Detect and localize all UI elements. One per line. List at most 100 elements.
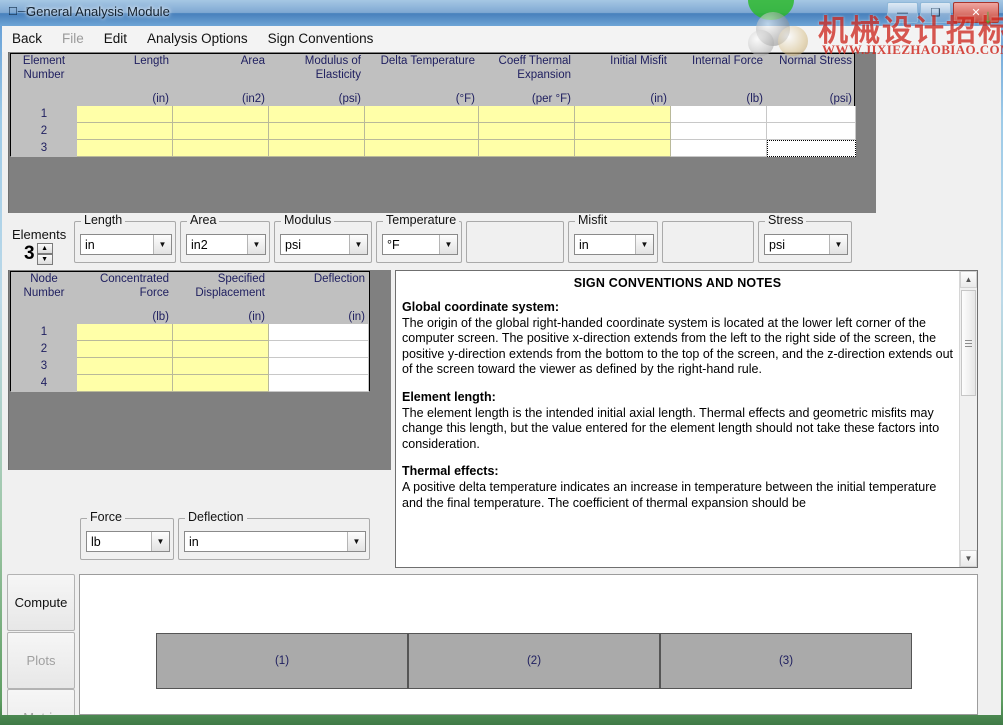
cell-modulus[interactable] — [269, 123, 365, 140]
notes-section-element-length: Element length: The element length is th… — [402, 390, 953, 452]
node-grid-panel: Node Number Concentrated Force (lb) Spec… — [8, 270, 391, 470]
cell-initial-misfit[interactable] — [575, 123, 671, 140]
notes-section-global-coordinate-system: Global coordinate system: The origin of … — [402, 300, 953, 378]
modulus-unit-value: psi — [285, 237, 301, 252]
stress-unit-value: psi — [769, 237, 785, 252]
cell-deflection — [269, 341, 369, 358]
cell-concentrated-force[interactable] — [77, 375, 173, 392]
group-label: Force — [87, 510, 125, 524]
scroll-up-icon[interactable]: ▲ — [960, 271, 977, 288]
cell-length[interactable] — [77, 123, 173, 140]
notes-title: SIGN CONVENTIONS AND NOTES — [573, 276, 782, 290]
elements-stepper[interactable]: 3 ▲ ▼ — [24, 243, 53, 265]
chevron-down-icon[interactable]: ▼ — [349, 235, 367, 254]
force-unit-select[interactable]: lb ▼ — [86, 531, 170, 552]
cell-specified-displacement[interactable] — [173, 375, 269, 392]
element-member-3[interactable]: (3) — [660, 633, 912, 689]
cell-specified-displacement[interactable] — [173, 341, 269, 358]
element-grid[interactable]: Element Number Length (in) Area (in2) Mo… — [10, 53, 856, 157]
row-number: 1 — [11, 106, 77, 123]
chevron-down-icon[interactable]: ▼ — [247, 235, 265, 254]
cell-delta-temperature[interactable] — [365, 140, 479, 157]
close-button[interactable]: ✕ — [953, 2, 999, 23]
cell-initial-misfit[interactable] — [575, 106, 671, 123]
chevron-down-icon[interactable]: ▼ — [635, 235, 653, 254]
cell-internal-force — [671, 123, 767, 140]
cell-delta-temperature[interactable] — [365, 106, 479, 123]
column-header-coeff-thermal-expansion: Coeff Thermal Expansion (per °F) — [498, 55, 571, 105]
notes-content: SIGN CONVENTIONS AND NOTES Global coordi… — [396, 271, 960, 567]
node-grid-header: Node Number Concentrated Force (lb) Spec… — [11, 272, 369, 324]
minimize-button[interactable]: — — [887, 2, 918, 23]
chevron-down-icon[interactable]: ▼ — [829, 235, 847, 254]
notes-scrollbar[interactable]: ▲ ▼ — [959, 271, 977, 567]
column-header-length: Length (in) — [133, 55, 169, 105]
deflection-unit-select[interactable]: in ▼ — [184, 531, 366, 552]
cell-coeff-thermal-expansion[interactable] — [479, 140, 575, 157]
cell-delta-temperature[interactable] — [365, 123, 479, 140]
group-label: Modulus — [281, 213, 335, 227]
chevron-down-icon[interactable]: ▼ — [347, 532, 365, 551]
element-member-1[interactable]: (1) — [156, 633, 408, 689]
length-unit-select[interactable]: in ▼ — [80, 234, 172, 255]
scrollbar-thumb[interactable] — [961, 290, 976, 396]
column-header-element-number: Element Number — [22, 55, 66, 81]
stepper-up-icon[interactable]: ▲ — [36, 243, 53, 254]
node-grid-rows: 1 2 3 4 — [11, 324, 369, 392]
cell-area[interactable] — [173, 106, 269, 123]
group-label: Temperature — [383, 213, 460, 227]
window-menu-icon[interactable]: ☐─☐ — [8, 7, 36, 18]
group-force-units: Force lb ▼ — [80, 510, 174, 560]
cell-modulus[interactable] — [269, 140, 365, 157]
temperature-unit-select[interactable]: °F ▼ — [382, 234, 458, 255]
notes-heading: Element length: — [402, 389, 496, 404]
cell-internal-force — [671, 106, 767, 123]
chevron-down-icon[interactable]: ▼ — [151, 532, 169, 551]
cell-concentrated-force[interactable] — [77, 358, 173, 375]
group-area-units: Area in2 ▼ — [180, 213, 270, 263]
cell-area[interactable] — [173, 123, 269, 140]
menu-item-analysis-options[interactable]: Analysis Options — [137, 26, 258, 52]
cell-length[interactable] — [77, 106, 173, 123]
menu-item-sign-conventions[interactable]: Sign Conventions — [258, 26, 384, 52]
column-header-initial-misfit: Initial Misfit (in) — [610, 55, 667, 105]
group-spacer-2 — [662, 221, 754, 263]
misfit-unit-select[interactable]: in ▼ — [574, 234, 654, 255]
menu-item-edit[interactable]: Edit — [94, 26, 137, 52]
cell-specified-displacement[interactable] — [173, 358, 269, 375]
stepper-down-icon[interactable]: ▼ — [36, 254, 53, 265]
table-row: 3 — [11, 358, 369, 375]
menu-item-back[interactable]: Back — [2, 26, 52, 52]
cell-normal-stress-selected[interactable] — [767, 140, 856, 157]
column-header-area: Area (in2) — [240, 55, 265, 105]
maximize-button[interactable]: ❑ — [920, 2, 951, 23]
cell-deflection — [269, 375, 369, 392]
area-unit-select[interactable]: in2 ▼ — [186, 234, 266, 255]
cell-normal-stress — [767, 106, 856, 123]
cell-concentrated-force[interactable] — [77, 324, 173, 341]
area-unit-value: in2 — [191, 237, 208, 252]
node-grid[interactable]: Node Number Concentrated Force (lb) Spec… — [10, 271, 370, 392]
group-label: Deflection — [185, 510, 247, 524]
chevron-down-icon[interactable]: ▼ — [439, 235, 457, 254]
cell-length[interactable] — [77, 140, 173, 157]
cell-initial-misfit[interactable] — [575, 140, 671, 157]
cell-concentrated-force[interactable] — [77, 341, 173, 358]
column-header-modulus-of-elasticity: Modulus of Elasticity (psi) — [304, 55, 361, 105]
elements-label: Elements — [12, 227, 67, 242]
cell-specified-displacement[interactable] — [173, 324, 269, 341]
element-member-2[interactable]: (2) — [408, 633, 660, 689]
compute-button[interactable]: Compute — [7, 574, 75, 631]
cell-coeff-thermal-expansion[interactable] — [479, 106, 575, 123]
modulus-unit-select[interactable]: psi ▼ — [280, 234, 368, 255]
cell-internal-force — [671, 140, 767, 157]
sign-conventions-panel: SIGN CONVENTIONS AND NOTES Global coordi… — [395, 270, 978, 568]
chevron-down-icon[interactable]: ▼ — [153, 235, 171, 254]
cell-area[interactable] — [173, 140, 269, 157]
scroll-down-icon[interactable]: ▼ — [960, 550, 977, 567]
plots-button: Plots — [7, 632, 75, 689]
group-label: Stress — [765, 213, 807, 227]
cell-coeff-thermal-expansion[interactable] — [479, 123, 575, 140]
cell-modulus[interactable] — [269, 106, 365, 123]
stress-unit-select[interactable]: psi ▼ — [764, 234, 848, 255]
